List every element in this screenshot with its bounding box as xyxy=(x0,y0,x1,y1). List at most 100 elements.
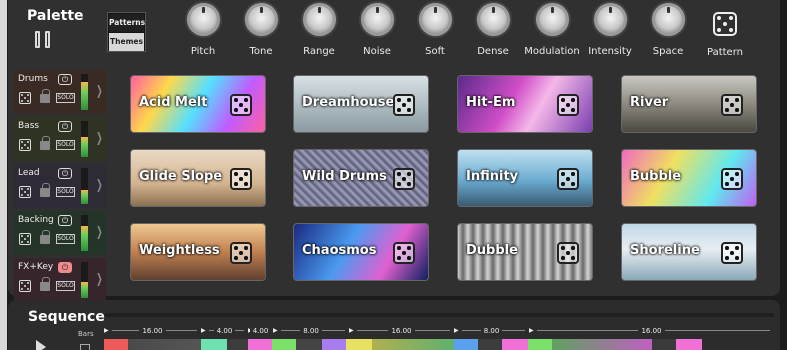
sequence-segment[interactable]: ▶4.00 xyxy=(201,324,248,338)
dice-icon[interactable] xyxy=(721,242,743,264)
knob-dial[interactable] xyxy=(418,3,452,36)
theme-tile-bubble[interactable]: Bubble xyxy=(621,149,757,207)
solo-button[interactable]: SOLO xyxy=(56,140,75,150)
play-icon[interactable] xyxy=(36,340,46,350)
dice-pip xyxy=(728,27,733,32)
power-icon[interactable]: ⏻ xyxy=(58,121,72,132)
sequence-segment[interactable]: ▶4.00 xyxy=(248,324,273,338)
theme-tile-infinity[interactable]: Infinity xyxy=(457,149,593,207)
theme-tile-hit-em[interactable]: Hit-Em xyxy=(457,75,593,133)
sequence-block[interactable] xyxy=(296,339,322,350)
sequence-segment[interactable]: ▶ 16.00 xyxy=(529,324,774,338)
sequence-segment[interactable]: ▶ 8.00 xyxy=(454,324,529,338)
knob-dial[interactable] xyxy=(476,3,510,36)
themes-tab[interactable]: Themes xyxy=(109,33,144,51)
dice-icon[interactable] xyxy=(713,12,737,36)
sequence-block[interactable] xyxy=(528,339,552,350)
power-icon[interactable]: ⏻ xyxy=(58,168,72,179)
sequence-block[interactable] xyxy=(502,339,528,350)
sequence-block[interactable] xyxy=(248,339,272,350)
solo-button[interactable]: SOLO xyxy=(56,281,75,291)
dice-icon[interactable] xyxy=(19,280,31,292)
play-segment-icon[interactable]: ▶ xyxy=(273,324,278,338)
knob-dial[interactable] xyxy=(593,3,627,36)
solo-button[interactable]: SOLO xyxy=(56,234,75,244)
power-icon[interactable]: ⏻ xyxy=(58,215,72,226)
solo-button[interactable]: SOLO xyxy=(56,93,75,103)
dice-icon[interactable] xyxy=(19,139,31,151)
sequence-block[interactable] xyxy=(454,339,478,350)
dice-icon[interactable] xyxy=(230,242,252,264)
lock-icon[interactable] xyxy=(40,89,50,103)
mode-switch[interactable]: Patterns Themes xyxy=(107,12,146,52)
dice-icon[interactable] xyxy=(19,233,31,245)
trash-icon[interactable] xyxy=(80,344,90,350)
sequence-block[interactable] xyxy=(322,339,346,350)
lock-icon[interactable] xyxy=(40,136,50,150)
solo-button[interactable]: SOLO xyxy=(56,187,75,197)
sequence-block[interactable] xyxy=(227,339,248,350)
play-segment-icon[interactable]: ▶ xyxy=(104,324,109,338)
dice-icon[interactable] xyxy=(557,242,579,264)
dice-icon[interactable] xyxy=(19,92,31,104)
dice-icon[interactable] xyxy=(230,168,252,190)
dice-icon[interactable] xyxy=(393,242,415,264)
sequence-segment[interactable]: ▶ 8.00 xyxy=(273,324,349,338)
play-segment-icon[interactable]: ▶ xyxy=(349,324,354,338)
dice-icon[interactable] xyxy=(393,94,415,116)
power-icon[interactable]: ⏻ xyxy=(58,262,72,273)
theme-tile-glide-slope[interactable]: Glide Slope xyxy=(130,149,266,207)
dice-icon[interactable] xyxy=(557,168,579,190)
theme-tile-river[interactable]: River xyxy=(621,75,757,133)
theme-tile-wild-drums[interactable]: Wild Drums xyxy=(293,149,429,207)
knob-dial[interactable] xyxy=(302,3,336,36)
sequence-block[interactable] xyxy=(372,339,454,350)
chevron-right-icon[interactable]: ❯ xyxy=(96,225,103,240)
sequence-block[interactable] xyxy=(104,339,128,350)
play-segment-icon[interactable]: ▶ xyxy=(529,324,534,338)
knob-dial[interactable] xyxy=(244,3,278,36)
knob-dial[interactable] xyxy=(186,3,220,36)
dice-icon[interactable] xyxy=(721,94,743,116)
dice-icon[interactable] xyxy=(19,186,31,198)
chevron-right-icon[interactable]: ❯ xyxy=(96,131,103,146)
patterns-tab[interactable]: Patterns xyxy=(109,14,145,32)
sequence-block[interactable] xyxy=(201,339,227,350)
sequence-block[interactable] xyxy=(272,339,296,350)
theme-tile-shoreline[interactable]: Shoreline xyxy=(621,223,757,281)
theme-tile-dubble[interactable]: Dubble xyxy=(457,223,593,281)
play-segment-icon[interactable]: ▶ xyxy=(201,324,206,338)
dice-icon[interactable] xyxy=(721,168,743,190)
sequence-block[interactable] xyxy=(346,339,372,350)
theme-tile-dreamhouse[interactable]: Dreamhouse xyxy=(293,75,429,133)
chevron-right-icon[interactable]: ❯ xyxy=(96,272,103,287)
knob-dial[interactable] xyxy=(651,3,685,36)
sequence-block[interactable] xyxy=(478,339,502,350)
sequence-block[interactable] xyxy=(676,339,702,350)
theme-tile-acid-melt[interactable]: Acid Melt xyxy=(130,75,266,133)
lock-icon[interactable] xyxy=(40,230,50,244)
theme-name: Chaosmos xyxy=(302,243,377,258)
chevron-right-icon[interactable]: ❯ xyxy=(96,84,103,99)
sequence-block[interactable] xyxy=(652,339,676,350)
theme-tile-weightless[interactable]: Weightless xyxy=(130,223,266,281)
chevron-right-icon[interactable]: ❯ xyxy=(96,178,103,193)
power-icon[interactable]: ⏻ xyxy=(58,74,72,85)
knob-pattern[interactable]: Pattern xyxy=(690,3,760,58)
lock-icon[interactable] xyxy=(40,277,50,291)
lock-icon[interactable] xyxy=(40,183,50,197)
play-segment-icon[interactable]: ▶ xyxy=(454,324,459,338)
sequence-block[interactable] xyxy=(128,339,201,350)
dice-icon[interactable] xyxy=(230,94,252,116)
theme-tile-chaosmos[interactable]: Chaosmos xyxy=(293,223,429,281)
knob-dial[interactable] xyxy=(360,3,394,36)
segment-length: 8.00 xyxy=(300,327,322,335)
sequence-scrollbar[interactable] xyxy=(104,313,774,317)
knob-dial[interactable] xyxy=(535,3,569,36)
pause-button[interactable] xyxy=(35,31,52,48)
dice-icon[interactable] xyxy=(393,168,415,190)
sequence-block[interactable] xyxy=(552,339,652,350)
dice-icon[interactable] xyxy=(557,94,579,116)
sequence-segment[interactable]: ▶ 16.00 xyxy=(349,324,454,338)
sequence-segment[interactable]: ▶ 16.00 xyxy=(104,324,201,338)
